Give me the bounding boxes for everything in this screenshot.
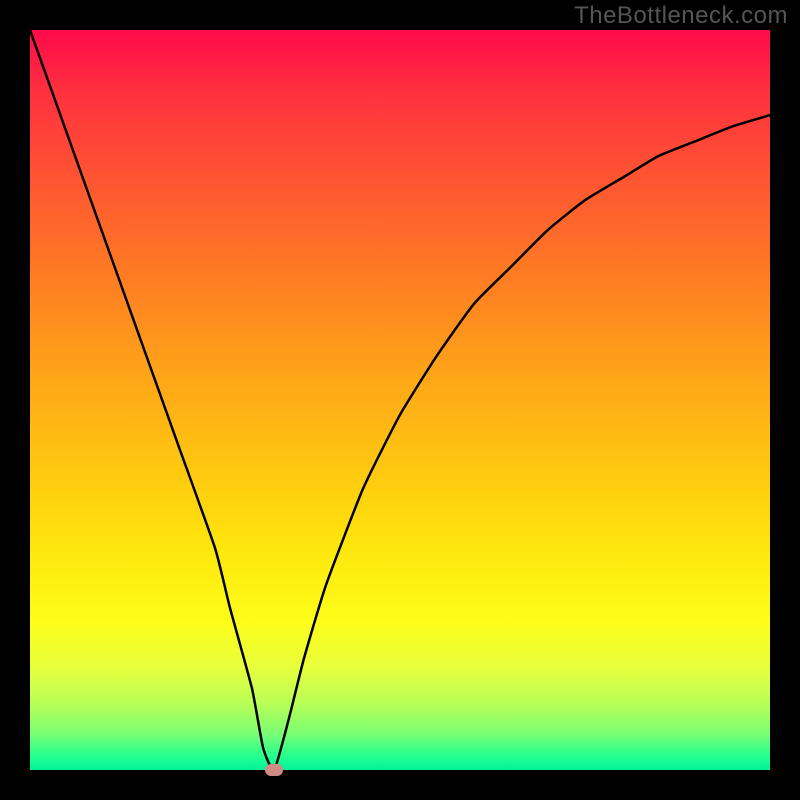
bottleneck-curve [30, 30, 770, 770]
chart-frame: TheBottleneck.com [0, 0, 800, 800]
plot-area [30, 30, 770, 770]
optimal-point-marker [265, 764, 283, 776]
watermark-text: TheBottleneck.com [574, 2, 788, 30]
